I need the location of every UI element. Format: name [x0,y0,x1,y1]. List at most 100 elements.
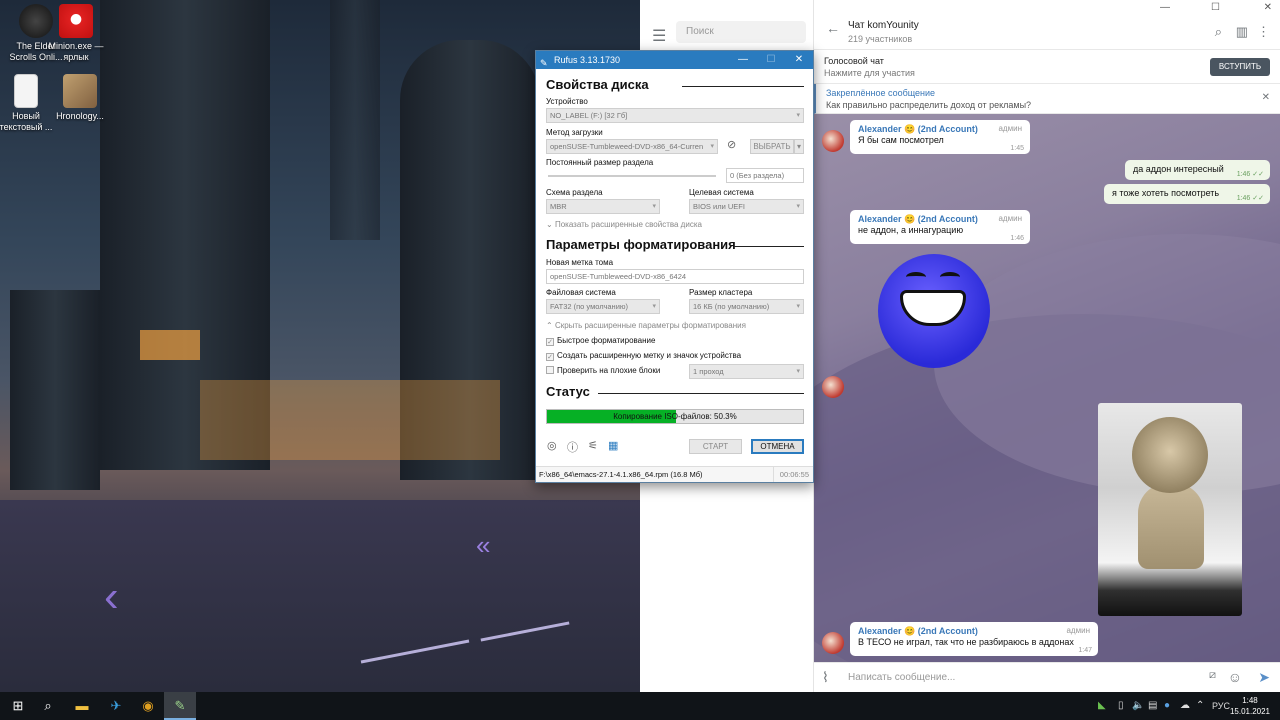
partition-scheme-value: MBR [550,202,567,211]
avatar[interactable] [822,632,844,654]
chevron-down-icon: ▾ [652,203,656,210]
drive-properties-heading: Свойства диска [546,77,649,92]
message-bubble-outgoing[interactable]: да аддон интересный 1:46 ✓✓ [1125,160,1270,180]
cluster-size-select[interactable]: 16 КБ (по умолчанию) ▾ [689,299,804,314]
select-dropdown-button[interactable]: ▾ [794,139,804,154]
network-icon[interactable]: ▤ [1148,692,1157,720]
file-system-select[interactable]: FAT32 (по умолчанию) ▾ [546,299,660,314]
rufus-close-button[interactable]: ✕ [785,51,813,69]
start-button[interactable]: СТАРТ [689,439,742,454]
volume-label-input[interactable]: openSUSE-Tumbleweed-DVD-x86_6424 [546,269,804,284]
chat-title[interactable]: Чат komYounity [848,20,919,31]
pinned-message-title: Закреплённое сообщение [826,88,936,98]
boot-method-select[interactable]: openSUSE-Tumbleweed-DVD-x86_64-Curren ▾ [546,139,718,154]
desktop-icon-hronology[interactable]: Hronology... [48,74,112,122]
checkbox-unchecked [546,366,554,374]
bad-blocks-checkbox[interactable]: Проверить на плохие блоки [546,366,660,375]
partition-scheme-label: Схема раздела [546,188,603,197]
device-select[interactable]: NO_LABEL (F:) [32 Гб] ▾ [546,108,804,123]
passes-select[interactable]: 1 проход ▾ [689,364,804,379]
info-icon[interactable]: ⓘ [567,439,578,455]
chevron-left-icon: ‹ [104,572,119,621]
message-bubble[interactable]: Alexander 😊 (2nd Account) админ В ТЕСО н… [850,622,1098,656]
message-bubble-outgoing[interactable]: я тоже хотеть посмотреть 1:46 ✓✓ [1104,184,1270,204]
desktop-icon-minion[interactable]: Minion.exe — ярлык [44,4,108,63]
message-sender[interactable]: Alexander 😊 (2nd Account) [858,214,1022,225]
cancel-button[interactable]: ОТМЕНА [751,439,804,454]
emoji-icon[interactable]: ☺ [1228,669,1242,685]
checkbox-checked: ✓ [546,353,554,361]
message-role: админ [1066,626,1090,635]
persistent-size-input[interactable]: 0 (Без раздела) [726,168,804,183]
verify-checkmark-icon[interactable]: ⊘ [727,138,736,151]
clock-date: 15.01.2021 [1229,707,1270,716]
message-sender[interactable]: Alexander 😊 (2nd Account) [858,626,1090,637]
send-icon[interactable]: ➤ [1258,669,1270,686]
partition-scheme-select[interactable]: MBR ▾ [546,199,660,214]
join-voice-chat-button[interactable]: ВСТУПИТЬ [1210,58,1270,76]
chrome-taskbar-icon[interactable]: ◉ [132,692,164,720]
voice-chat-bar[interactable]: Голосовой чат Нажмите для участия ВСТУПИ… [814,50,1280,84]
rufus-minimize-button[interactable]: — [729,51,757,69]
progress-text: Копирование ISO-файлов: 50.3% [613,412,737,421]
chevron-up-icon[interactable]: ⌃ [1196,692,1204,720]
cloud-icon[interactable]: ☁ [1180,692,1190,720]
log-icon[interactable]: ▦ [608,439,618,452]
message-role: админ [998,124,1022,133]
message-bubble[interactable]: Alexander 😊 (2nd Account) админ Я бы сам… [850,120,1030,154]
app-tray-icon[interactable]: ● [1164,692,1170,720]
settings-sliders-icon[interactable]: ⚟ [588,439,598,452]
unpin-icon[interactable]: ✕ [1262,92,1270,103]
volume-icon[interactable]: 🔈 [1132,692,1144,720]
target-system-select[interactable]: BIOS или UEFI ▾ [689,199,804,214]
quick-format-checkbox[interactable]: ✓ Быстрое форматирование [546,336,655,346]
search-icon[interactable]: ⌕ [32,692,64,720]
telegram-taskbar-icon[interactable]: ✈ [100,692,132,720]
message-time: 1:46 [1010,235,1024,242]
more-options-icon[interactable]: ⋮ [1257,24,1270,40]
avatar[interactable] [822,130,844,152]
rufus-taskbar-icon[interactable]: ✎ [164,692,196,720]
window-close-button[interactable]: ✕ [1264,2,1272,13]
window-maximize-button[interactable]: ☐ [1211,2,1220,13]
target-system-value: BIOS или UEFI [693,202,745,211]
rufus-titlebar[interactable]: ✎ Rufus 3.13.1730 — ☐ ✕ [536,51,813,69]
battery-icon[interactable]: ▯ [1118,692,1124,720]
pinned-message-bar[interactable]: Закреплённое сообщение Как правильно рас… [814,84,1280,114]
select-image-button[interactable]: ВЫБРАТЬ [750,139,794,154]
hide-advanced-format-toggle[interactable]: ⌃ Скрыть расширенные параметры форматиро… [546,321,746,330]
message-input[interactable]: Написать сообщение... [848,672,955,683]
back-arrow-icon[interactable]: ← [826,20,840,36]
language-indicator[interactable]: РУС [1212,692,1230,720]
extended-label-checkbox[interactable]: ✓ Создать расширенную метку и значок устр… [546,351,741,361]
voice-chat-subtitle: Нажмите для участия [824,68,915,78]
globe-icon[interactable]: ◎ [547,439,557,452]
message-bubble[interactable]: Alexander 😊 (2nd Account) админ не аддон… [850,210,1030,244]
message-sender[interactable]: Alexander 😊 (2nd Account) [858,124,1022,135]
volume-label-label: Новая метка тома [546,258,614,267]
rufus-maximize-button[interactable]: ☐ [757,51,785,69]
taskbar: ⊞ ⌕ ▬ ✈ ◉ ✎ ◣ ▯ 🔈 ▤ ● ☁ ⌃ РУС 1:48 15.01… [0,692,1280,720]
sticker-mouth [900,290,966,326]
status-heading: Статус [546,384,590,399]
file-explorer-icon[interactable]: ▬ [66,692,98,720]
commands-icon[interactable]: ⧄ [1209,669,1216,682]
show-advanced-drive-toggle[interactable]: ⌄ Показать расширенные свойства диска [546,220,702,229]
avatar[interactable] [822,376,844,398]
sidebar-toggle-icon[interactable]: ▥ [1236,24,1248,40]
nvidia-tray-icon[interactable]: ◣ [1098,692,1106,720]
cat-video-message[interactable] [1098,403,1242,616]
system-clock[interactable]: 1:48 15.01.2021 [1230,695,1270,717]
status-bar: F:\x86_64\emacs-27.1-4.1.x86_64.rpm (16.… [536,466,813,482]
search-icon[interactable]: ⌕ [1215,24,1222,40]
boot-method-value: openSUSE-Tumbleweed-DVD-x86_64-Curren [550,142,704,151]
grinning-sticker-icon[interactable] [878,254,990,368]
windows-start-icon[interactable]: ⊞ [2,692,34,720]
message-time: 1:46 ✓✓ [1236,195,1264,202]
hamburger-menu-icon[interactable]: ☰ [652,26,666,46]
attach-icon[interactable]: ⌇ [822,669,829,686]
persistent-size-slider[interactable] [548,175,716,177]
window-minimize-button[interactable]: — [1160,2,1170,13]
search-input[interactable]: Поиск [676,21,806,43]
quick-format-label: Быстрое форматирование [557,336,656,345]
